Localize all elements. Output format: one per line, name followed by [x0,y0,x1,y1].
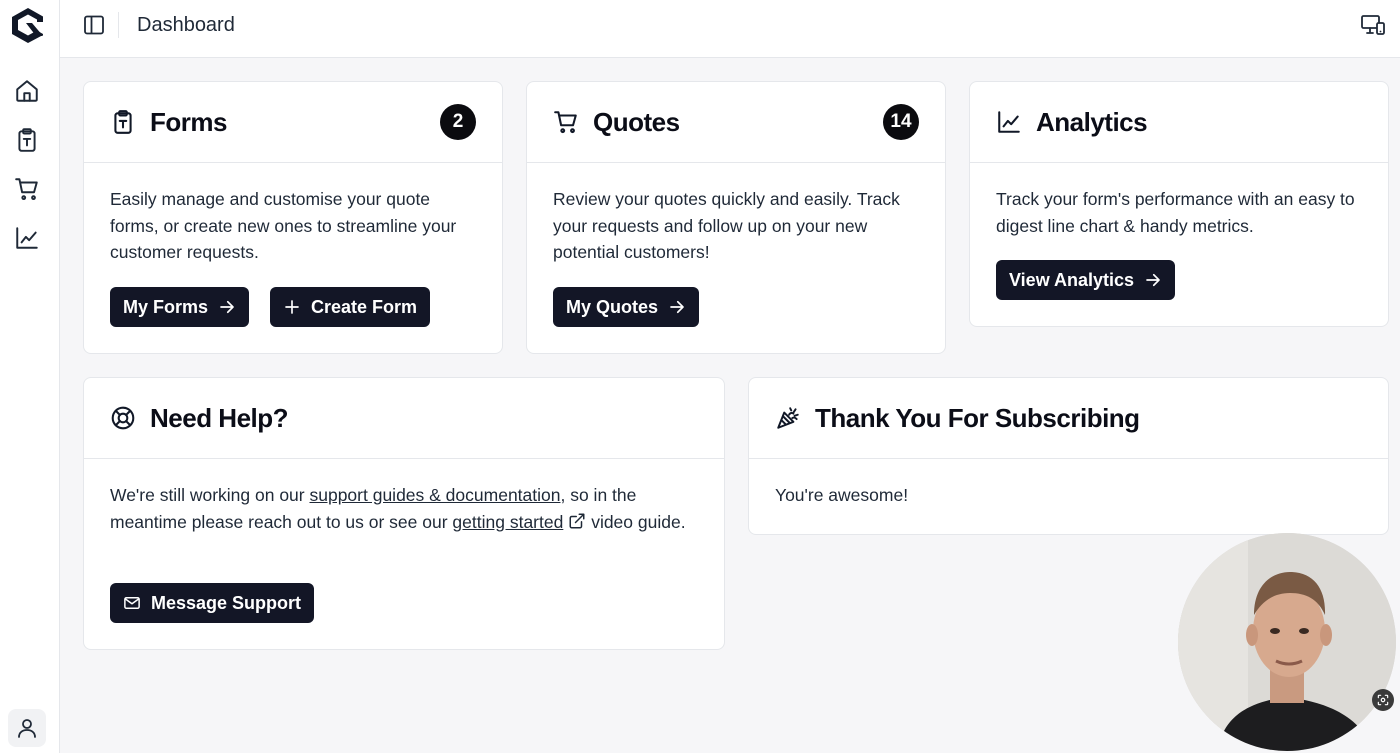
thanks-card: Thank You For Subscribing You're awesome… [748,377,1389,535]
my-forms-button-label: My Forms [123,296,209,317]
mail-icon [124,597,140,609]
sidebar [0,0,60,753]
create-form-button[interactable]: Create Form [270,287,431,327]
help-card-title: Need Help? [150,403,289,433]
forms-card-title: Forms [150,107,227,137]
my-forms-button[interactable]: My Forms [110,287,250,327]
camera-frame-icon [1377,694,1389,706]
webcam-overlay[interactable] [1178,533,1396,751]
webcam-settings-button[interactable] [1372,689,1394,711]
quotes-description: Review your quotes quickly and easily. T… [553,189,900,262]
device-preview-button[interactable] [1360,13,1386,37]
cart-icon [554,111,577,134]
help-text-after: video guide. [586,511,686,532]
sidebar-item-analytics[interactable] [13,224,41,252]
view-analytics-button-label: View Analytics [1009,269,1135,290]
sidebar-toggle-button[interactable] [82,13,106,37]
help-card-header: Need Help? [84,378,724,459]
panel-left-icon [84,15,104,35]
sidebar-item-home[interactable] [13,77,41,105]
sidebar-item-forms[interactable] [13,126,41,154]
help-description: We're still working on our support guide… [110,482,690,535]
analytics-description: Track your form's performance with an ea… [996,189,1355,236]
thanks-message: You're awesome! [775,485,909,505]
forms-card-header: Forms 2 [84,82,502,163]
message-support-button-label: Message Support [151,592,302,613]
forms-count-badge: 2 [440,104,476,140]
thanks-card-header: Thank You For Subscribing [749,378,1388,459]
help-text-before: We're still working on our [110,485,310,505]
analytics-card-header: Analytics [970,82,1388,163]
arrow-right-icon [220,300,234,314]
page-title: Dashboard [137,14,235,36]
sidebar-item-quotes[interactable] [13,175,41,203]
forms-card: Forms 2 Easily manage and customise your… [83,81,503,354]
cart-icon [15,178,38,201]
app-logo[interactable] [10,6,46,44]
monitor-phone-icon [1361,15,1385,35]
user-icon [18,719,36,738]
view-analytics-button[interactable]: View Analytics [996,260,1176,300]
clipboard-icon [114,110,132,134]
presenter-video-image [1178,533,1396,751]
external-link-icon [569,513,585,528]
getting-started-link[interactable]: getting started [452,512,563,532]
help-card: Need Help? We're still working on our su… [83,377,725,650]
party-popper-icon [777,407,799,429]
topbar-divider [118,12,119,38]
top-bar: Dashboard [60,0,1400,58]
forms-description: Easily manage and customise your quote f… [110,189,457,262]
arrow-right-icon [670,300,684,314]
analytics-card-title: Analytics [1036,107,1148,137]
support-docs-link[interactable]: support guides & documentation [309,485,560,505]
quotes-card: Quotes 14 Review your quotes quickly and… [526,81,946,354]
message-support-button[interactable]: Message Support [110,583,315,623]
analytics-card: Analytics Track your form's performance … [969,81,1389,327]
user-account-button[interactable] [8,709,46,747]
thanks-card-title: Thank You For Subscribing [815,403,1140,433]
my-quotes-button[interactable]: My Quotes [553,287,700,327]
quotes-count-badge: 14 [883,104,919,140]
quotes-card-title: Quotes [593,107,680,137]
quotes-card-header: Quotes 14 [527,82,945,163]
life-buoy-icon [111,406,135,430]
line-chart-icon [16,227,38,249]
line-chart-icon [998,111,1020,133]
arrow-right-icon [1146,273,1160,287]
home-icon [16,80,38,102]
plus-icon [285,300,299,314]
my-quotes-button-label: My Quotes [566,296,659,317]
create-form-button-label: Create Form [311,296,418,317]
clipboard-icon [18,128,36,152]
